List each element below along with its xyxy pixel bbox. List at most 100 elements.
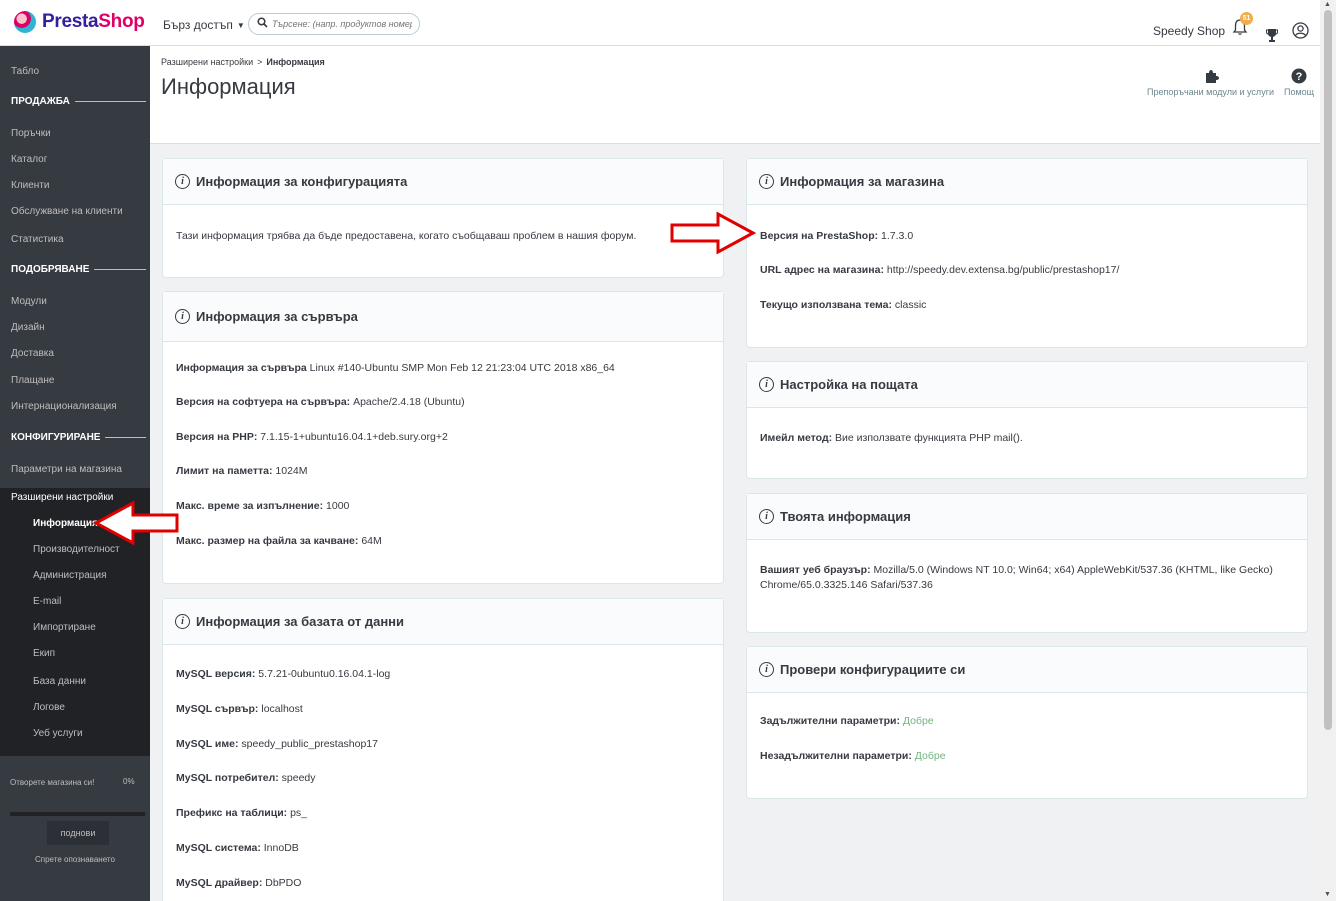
- table-prefix-row: Префикс на таблици: ps_: [176, 807, 308, 819]
- page-title: Информация: [161, 74, 296, 99]
- scrollbar-thumb[interactable]: [1324, 10, 1332, 730]
- top-bar: PrestaShop Бърз достъп ▼ Speedy Shop 51 …: [0, 0, 1320, 57]
- sidebar-subitem-logs[interactable]: Логове: [33, 702, 65, 713]
- help-label: Помощ: [1284, 87, 1315, 97]
- vertical-scrollbar[interactable]: ▲ ▼: [1320, 0, 1336, 901]
- info-icon: i: [759, 509, 774, 524]
- user-account-icon[interactable]: [1292, 22, 1309, 39]
- breadcrumb-parent[interactable]: Разширени настройки: [161, 57, 253, 67]
- sidebar-item-stats[interactable]: Статистика: [11, 234, 64, 245]
- sidebar-section-improve: ПОДОБРЯВАНЕ: [11, 264, 146, 275]
- search-input[interactable]: [272, 19, 412, 29]
- php-version-row: Версия на PHP: 7.1.15-1+ubuntu16.04.1+de…: [176, 431, 448, 443]
- panel-heading: i Информация за конфигурацията: [163, 159, 723, 205]
- scroll-down-arrow-icon[interactable]: ▼: [1324, 891, 1331, 898]
- breadcrumb-current: Информация: [266, 57, 325, 67]
- info-icon: i: [759, 377, 774, 392]
- sidebar-item-catalog[interactable]: Каталог: [11, 154, 47, 165]
- mysql-user-row: MySQL потребител: speedy: [176, 772, 316, 784]
- scroll-up-arrow-icon[interactable]: ▲: [1324, 1, 1331, 8]
- optional-params-row: Незадължителни параметри: Добре: [760, 750, 946, 762]
- mysql-version-row: MySQL версия: 5.7.21-0ubuntu0.16.04.1-lo…: [176, 668, 391, 680]
- panel-title: Информация за магазина: [780, 174, 945, 189]
- sidebar-subitem-database[interactable]: База данни: [33, 676, 86, 687]
- caret-down-icon: ▼: [236, 20, 245, 30]
- sidebar-item-international[interactable]: Интернационализация: [11, 401, 117, 412]
- prestashop-logo[interactable]: PrestaShop: [14, 11, 145, 33]
- sidebar: Табло ПРОДАЖБА Поръчки Каталог Клиенти О…: [0, 46, 150, 901]
- panel-title: Настройка на пощата: [780, 377, 918, 392]
- sidebar-subitem-information[interactable]: Информация: [33, 518, 98, 529]
- sidebar-subitem-import[interactable]: Импортиране: [33, 622, 96, 633]
- sidebar-item-payment[interactable]: Плащане: [11, 375, 54, 386]
- search-box[interactable]: [248, 13, 420, 35]
- quick-access-label: Бърз достъп: [163, 18, 233, 32]
- mysql-name-row: MySQL име: speedy_public_prestashop17: [176, 738, 378, 750]
- required-params-row: Задължителни параметри: Добре: [760, 715, 934, 727]
- check-config-panel: i Провери конфигурациите си Задължителни …: [746, 646, 1308, 799]
- config-info-text: Тази информация трябва да бъде предостав…: [176, 230, 637, 242]
- sidebar-item-shipping[interactable]: Доставка: [11, 348, 54, 359]
- sidebar-subitem-team[interactable]: Екип: [33, 648, 55, 659]
- quick-access-dropdown[interactable]: Бърз достъп ▼: [163, 18, 245, 32]
- onboarding-stop-link[interactable]: Спрете опознаването: [35, 855, 115, 864]
- prestashop-logo-icon: [14, 11, 36, 33]
- panel-title: Твоята информация: [780, 509, 911, 524]
- panel-heading: i Настройка на пощата: [747, 362, 1307, 408]
- logo-text: PrestaShop: [42, 11, 145, 32]
- panel-title: Информация за базата от данни: [196, 614, 405, 629]
- trophy-icon[interactable]: [1266, 28, 1278, 42]
- sidebar-item-design[interactable]: Дизайн: [11, 322, 45, 333]
- panel-title: Провери конфигурациите си: [780, 662, 966, 677]
- sidebar-item-orders[interactable]: Поръчки: [11, 128, 51, 139]
- onboarding-label: Отворете магазина си!: [10, 778, 95, 787]
- breadcrumb-separator: >: [257, 57, 263, 67]
- mail-config-panel: i Настройка на пощата Имейл метод: Вие из…: [746, 361, 1308, 479]
- server-info-panel: i Информация за сървъра Информация за сър…: [162, 291, 724, 584]
- info-icon: i: [175, 174, 190, 189]
- server-info-row: Информация за сървъра Linux #140-Ubuntu …: [176, 362, 615, 374]
- panel-heading: i Провери конфигурациите си: [747, 647, 1307, 693]
- breadcrumb: Разширени настройки > Информация: [161, 57, 325, 67]
- sidebar-subitem-email[interactable]: E-mail: [33, 596, 61, 607]
- help-icon: ?: [1291, 68, 1307, 84]
- shop-name-link[interactable]: Speedy Shop: [1153, 24, 1225, 38]
- panel-heading: i Информация за сървъра: [163, 292, 723, 342]
- page-header: Разширени настройки > Информация Информаци…: [150, 46, 1320, 144]
- annotation-arrow-left: [93, 500, 179, 546]
- mysql-driver-row: MySQL драйвер: DbPDO: [176, 877, 302, 889]
- onboarding-percent: 0%: [123, 777, 135, 786]
- max-upload-size-row: Макс. размер на файла за качване: 64M: [176, 535, 382, 547]
- recommended-modules-button[interactable]: Препоръчани модули и услуги: [1147, 68, 1274, 97]
- sidebar-item-dashboard[interactable]: Табло: [11, 66, 39, 77]
- sidebar-subitem-webservice[interactable]: Уеб услуги: [33, 728, 83, 739]
- mysql-engine-row: MySQL система: InnoDB: [176, 842, 299, 854]
- onboarding-resume-button[interactable]: поднови: [47, 821, 109, 845]
- info-icon: i: [759, 662, 774, 677]
- puzzle-icon: [1205, 70, 1219, 83]
- recommended-modules-label: Препоръчани модули и услуги: [1147, 87, 1274, 97]
- sidebar-item-modules[interactable]: Модули: [11, 296, 47, 307]
- sidebar-item-shop-parameters[interactable]: Параметри на магазина: [11, 464, 122, 475]
- panel-title: Информация за сървъра: [196, 309, 358, 324]
- sidebar-item-customer-service[interactable]: Обслужване на клиенти: [11, 206, 123, 217]
- browser-info-row: Вашият уеб браузър: Mozilla/5.0 (Windows…: [760, 564, 1273, 591]
- prestashop-version-row: Версия на PrestaShop: 1.7.3.0: [760, 230, 914, 242]
- store-info-panel: i Информация за магазина Версия на Presta…: [746, 158, 1308, 348]
- config-info-panel: i Информация за конфигурацията Тази инфор…: [162, 158, 724, 278]
- store-url-row: URL адрес на магазина: http://speedy.dev…: [760, 264, 1120, 276]
- sidebar-subitem-administration[interactable]: Администрация: [33, 570, 107, 581]
- database-info-panel: i Информация за базата от данни MySQL вер…: [162, 598, 724, 901]
- panel-title: Информация за конфигурацията: [196, 174, 408, 189]
- server-software-row: Версия на софтуера на сървъра: Apache/2.…: [176, 396, 465, 408]
- sidebar-section-sell: ПРОДАЖБА: [11, 96, 146, 107]
- annotation-arrow-right: [670, 211, 756, 255]
- search-icon[interactable]: [257, 17, 268, 31]
- help-button[interactable]: ? Помощ: [1284, 68, 1314, 97]
- info-icon: i: [175, 309, 190, 324]
- info-icon: i: [759, 174, 774, 189]
- panel-heading: i Твоята информация: [747, 494, 1307, 540]
- onboarding-progress-bar: [10, 812, 145, 816]
- sidebar-item-customers[interactable]: Клиенти: [11, 180, 50, 191]
- panel-heading: i Информация за магазина: [747, 159, 1307, 205]
